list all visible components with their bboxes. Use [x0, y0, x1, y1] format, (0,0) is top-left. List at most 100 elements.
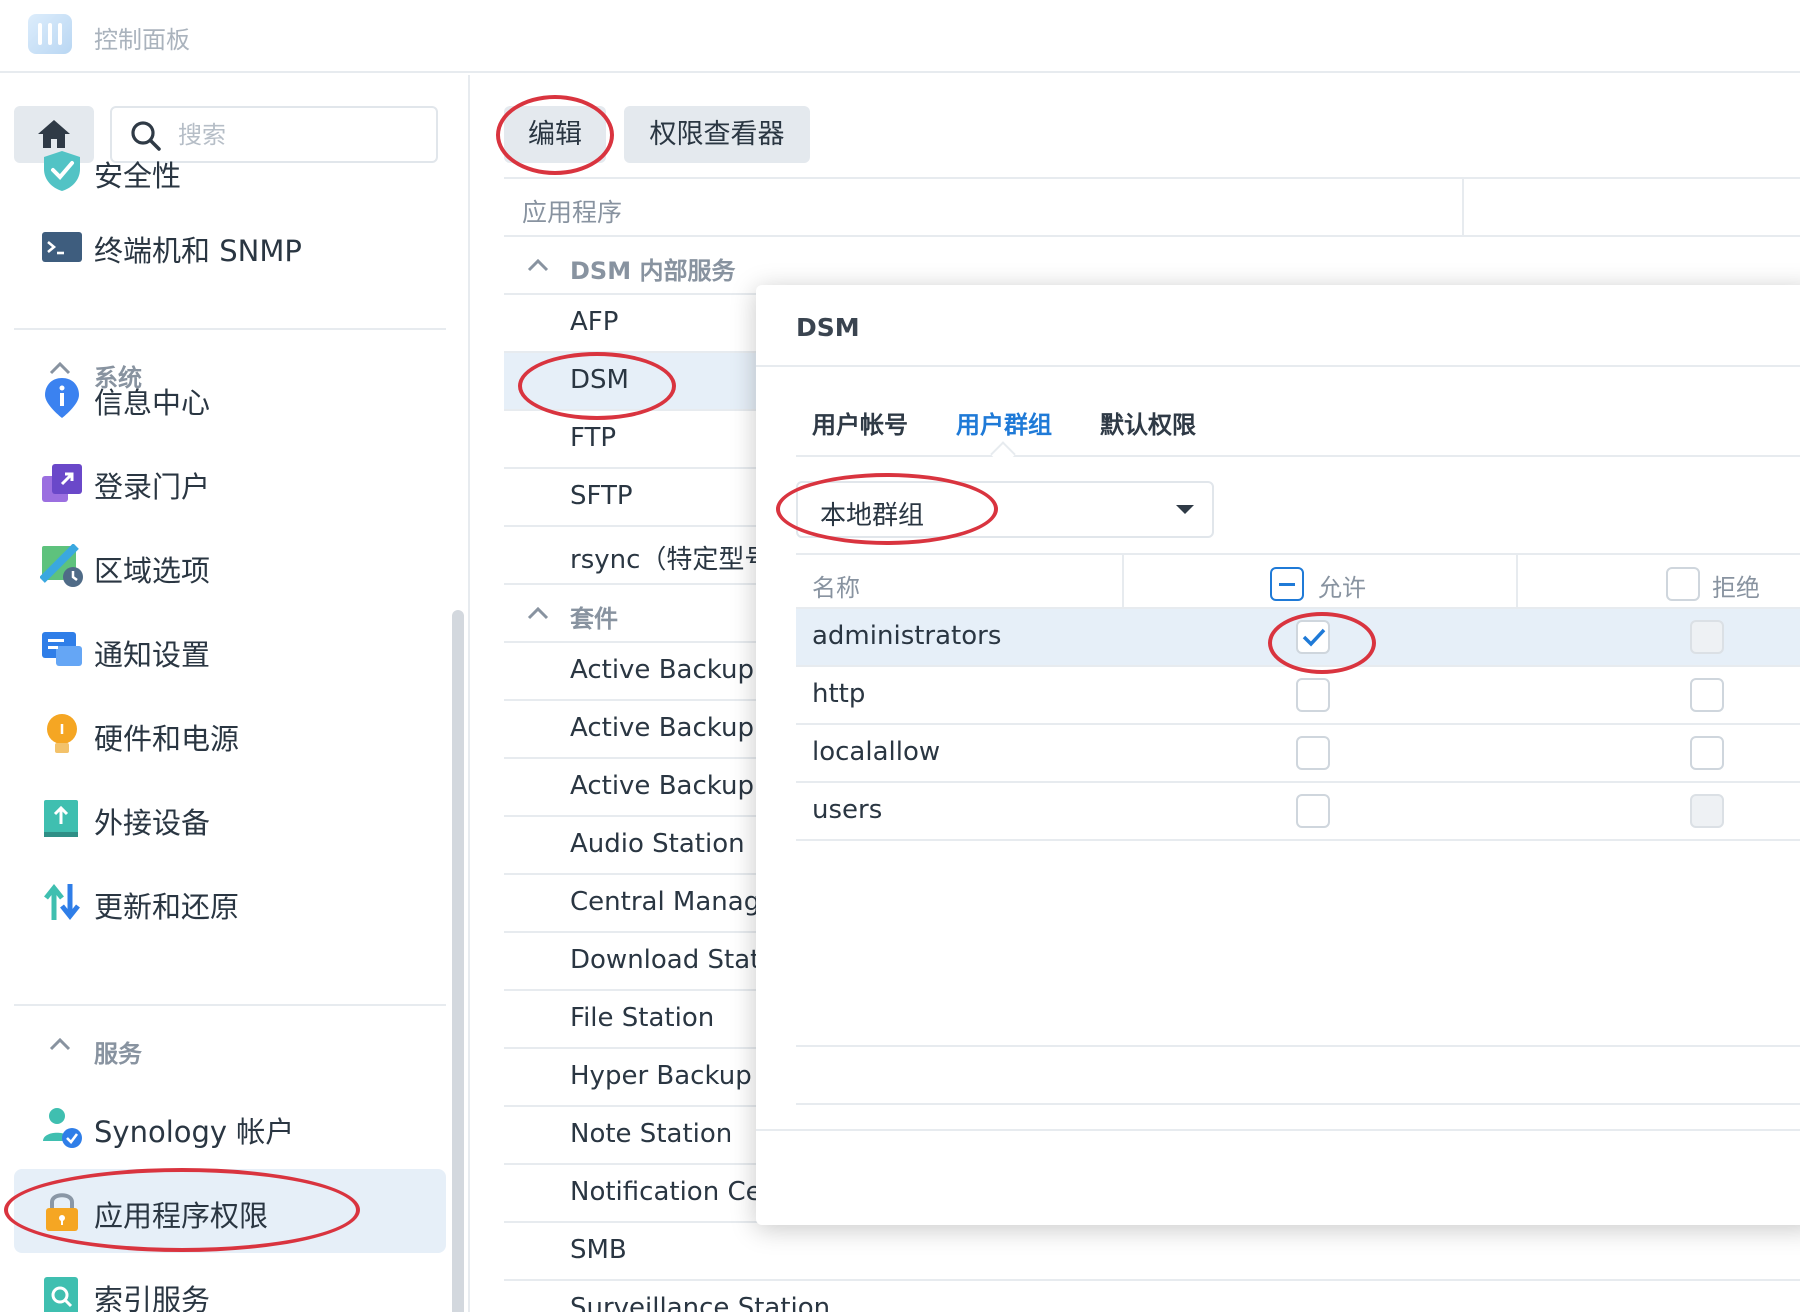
- allow-checkbox[interactable]: [1296, 678, 1330, 712]
- sidebar-item-terminal-snmp[interactable]: 终端机和 SNMP: [14, 204, 446, 288]
- info-icon: [45, 378, 79, 418]
- tab-user-accounts[interactable]: 用户帐号: [812, 405, 908, 440]
- app-name: SFTP: [570, 481, 633, 511]
- app-name: Notification Ce: [570, 1177, 762, 1207]
- sidebar-item-label: 终端机和 SNMP: [94, 234, 302, 268]
- sidebar-item-hardware-power[interactable]: 硬件和电源: [14, 692, 446, 776]
- section-services-label: 服务: [94, 1040, 142, 1068]
- app-name: Active Backup: [570, 655, 754, 685]
- update-icon: [44, 883, 80, 921]
- checkmark-icon: [1302, 628, 1326, 647]
- sidebar-item-notification[interactable]: 通知设置: [14, 608, 446, 692]
- app-name: Download Stat: [570, 945, 761, 975]
- allow-checkbox[interactable]: [1296, 620, 1330, 654]
- column-divider: [1122, 555, 1124, 607]
- app-name: rsync（特定型号: [570, 545, 771, 575]
- group-name: users: [812, 795, 883, 825]
- sidebar-item-update-restore[interactable]: 更新和还原: [14, 860, 446, 944]
- table-row[interactable]: users: [796, 783, 1800, 841]
- divider: [796, 1103, 1800, 1105]
- sidebar-item-security[interactable]: 安全性: [14, 129, 446, 213]
- sidebar-item-label: 硬件和电源: [94, 722, 240, 756]
- sidebar-item-external-devices[interactable]: 外接设备: [14, 776, 446, 860]
- sidebar-item-indexing-service[interactable]: 索引服务: [14, 1253, 446, 1312]
- col-deny: 拒绝: [1712, 574, 1760, 602]
- divider: [756, 365, 1800, 367]
- sidebar-item-label: 区域选项: [94, 554, 211, 588]
- app-name: Hyper Backup: [570, 1061, 752, 1091]
- app-name: Surveillance Station: [570, 1293, 831, 1312]
- control-panel-logo-icon: [28, 14, 72, 54]
- deny-all-checkbox[interactable]: [1666, 567, 1700, 601]
- sidebar-item-app-privileges[interactable]: 应用程序权限: [14, 1169, 446, 1253]
- col-name: 名称: [812, 574, 860, 602]
- tab-user-groups[interactable]: 用户群组: [956, 405, 1052, 440]
- app-name: File Station: [570, 1003, 715, 1033]
- external-device-icon: [44, 800, 78, 837]
- title-bar: 控制面板: [0, 0, 1800, 73]
- app-table-header: 应用程序 默: [504, 177, 1800, 237]
- deny-checkbox: [1690, 620, 1724, 654]
- column-divider: [1462, 179, 1464, 235]
- col-allow: 允许: [1318, 574, 1366, 602]
- app-name: FTP: [570, 423, 617, 453]
- dropdown-caret-icon: [1176, 505, 1194, 514]
- app-name: Active Backup: [570, 713, 754, 743]
- sidebar-item-label: Synology 帐户: [94, 1115, 295, 1149]
- table-row[interactable]: Surveillance Station: [504, 1281, 1800, 1312]
- allow-checkbox[interactable]: [1296, 736, 1330, 770]
- regional-icon: [40, 544, 83, 587]
- permission-table-header: 名称 允许 拒绝: [796, 553, 1800, 609]
- group-type-select[interactable]: 本地群组: [796, 481, 1214, 538]
- group-label: DSM 内部服务: [570, 257, 736, 285]
- sidebar-scrollbar[interactable]: [452, 610, 464, 1312]
- permission-viewer-button[interactable]: 权限查看器: [624, 106, 810, 163]
- chevron-up-icon: [527, 258, 549, 272]
- section-services-header[interactable]: 服务: [14, 1018, 446, 1078]
- deny-checkbox[interactable]: [1690, 736, 1724, 770]
- group-type-value: 本地群组: [820, 501, 925, 531]
- app-name: SMB: [570, 1235, 627, 1265]
- table-row[interactable]: localallow: [796, 725, 1800, 783]
- sidebar-divider: [14, 328, 446, 330]
- portal-icon: [42, 464, 82, 502]
- table-row[interactable]: administrators: [796, 609, 1800, 667]
- sidebar: 安全性 终端机和 SNMP 系统 信息中心 登录门户 区域选项 通知设置 硬件和…: [0, 75, 470, 1312]
- dialog-footer-divider: [756, 1129, 1800, 1131]
- terminal-icon: [42, 232, 82, 262]
- sidebar-item-synology-account[interactable]: Synology 帐户: [14, 1085, 446, 1169]
- app-name: AFP: [570, 307, 619, 337]
- edit-button[interactable]: 编辑: [504, 106, 606, 163]
- col-application: 应用程序: [522, 198, 623, 227]
- allow-checkbox[interactable]: [1296, 794, 1330, 828]
- sidebar-item-regional-options[interactable]: 区域选项: [14, 524, 446, 608]
- table-row[interactable]: http: [796, 667, 1800, 725]
- tab-default-privileges[interactable]: 默认权限: [1100, 405, 1196, 440]
- sidebar-item-label: 信息中心: [94, 386, 211, 420]
- column-divider: [1516, 555, 1518, 607]
- dialog-title: DSM: [796, 313, 860, 342]
- group-name: administrators: [812, 621, 1002, 651]
- window-title: 控制面板: [94, 26, 190, 54]
- tabs-divider: [796, 455, 1800, 457]
- deny-checkbox: [1690, 794, 1724, 828]
- allow-all-checkbox[interactable]: [1270, 567, 1304, 601]
- sidebar-item-info-center[interactable]: 信息中心: [14, 356, 446, 440]
- privileges-dialog: DSM 用户帐号 用户群组 默认权限 本地群组 名称 允许 拒绝 adminis…: [756, 285, 1800, 1225]
- indeterminate-icon: [1279, 583, 1295, 586]
- group-name: localallow: [812, 737, 941, 767]
- sidebar-divider: [14, 1004, 446, 1006]
- sidebar-item-label: 安全性: [94, 159, 182, 193]
- group-label: 套件: [570, 605, 618, 633]
- deny-checkbox[interactable]: [1690, 678, 1724, 712]
- app-name: Central Manag: [570, 887, 761, 917]
- active-tab-indicator: [990, 441, 1016, 467]
- divider: [796, 1045, 1800, 1047]
- app-name: DSM: [570, 365, 629, 395]
- table-row[interactable]: SMB: [504, 1223, 1800, 1281]
- sidebar-item-label: 登录门户: [94, 470, 211, 504]
- sidebar-item-login-portal[interactable]: 登录门户: [14, 440, 446, 524]
- sidebar-item-label: 索引服务: [94, 1283, 211, 1312]
- sidebar-item-label: 应用程序权限: [94, 1199, 269, 1233]
- lock-icon: [46, 1193, 78, 1231]
